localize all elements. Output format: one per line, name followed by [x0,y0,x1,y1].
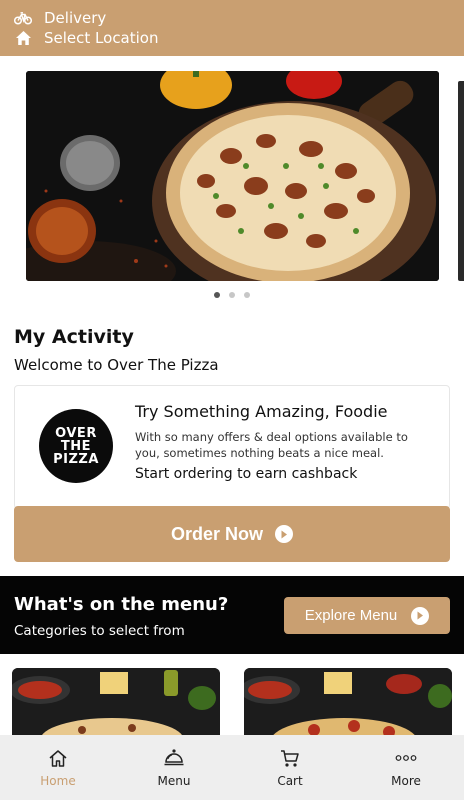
cloche-icon [163,747,185,769]
promo-cta-text: Start ordering to earn cashback [135,466,358,482]
promo-title: Try Something Amazing, Foodie [135,402,388,421]
logo-line: PIZZA [53,451,99,467]
promo-description: With so many offers & deal options avail… [135,430,408,460]
select-location[interactable]: Select Location [14,29,159,47]
chevron-right-icon [275,525,293,543]
delivery-label: Delivery [44,9,107,27]
promo-card: OVER THE PIZZA Try Something Amazing, Fo… [14,385,450,509]
location-label: Select Location [44,29,159,47]
order-now-label: Order Now [170,523,263,544]
menu-section: What's on the menu? Categories to select… [0,576,464,654]
next-slide-peek[interactable] [458,81,464,281]
carousel-indicators [0,292,464,298]
carousel-dot[interactable] [229,292,235,298]
logo-line: OVER [55,425,97,441]
explore-menu-label: Explore Menu [304,607,398,624]
nav-label-menu: Menu [157,774,191,788]
category-image [244,668,452,738]
top-header: Delivery Select Location [0,0,464,56]
promo-carousel-slide[interactable] [26,71,439,281]
cart-icon [279,747,301,769]
nav-label-home: Home [40,774,76,788]
logo-line: THE [60,438,92,454]
delivery-mode[interactable]: Delivery [14,9,106,27]
welcome-text: Welcome to Over The Pizza [14,356,219,374]
bottom-navigation: Home Menu Cart More [0,735,464,800]
home-icon [14,29,32,47]
nav-label-cart: Cart [277,774,303,788]
nav-label-more: More [391,774,421,788]
menu-section-title: What's on the menu? [14,594,229,615]
nav-item-cart[interactable]: Cart [232,735,348,800]
nav-item-menu[interactable]: Menu [116,735,232,800]
category-card[interactable] [12,668,220,738]
over-the-pizza-logo: OVER THE PIZZA [39,409,113,483]
more-dots-icon [395,747,417,769]
activity-title: My Activity [14,326,134,348]
carousel-dot[interactable] [214,292,220,298]
pizza-banner-image [26,71,439,281]
chevron-right-icon [411,606,430,625]
order-now-button[interactable]: Order Now [14,506,450,562]
bicycle-icon [14,9,32,27]
carousel-dot[interactable] [244,292,250,298]
nav-item-home[interactable]: Home [0,735,116,800]
explore-menu-button[interactable]: Explore Menu [284,597,450,634]
nav-item-more[interactable]: More [348,735,464,800]
home-icon [47,747,69,769]
menu-section-subtitle: Categories to select from [14,623,185,639]
category-card[interactable] [244,668,452,738]
category-image [12,668,220,738]
